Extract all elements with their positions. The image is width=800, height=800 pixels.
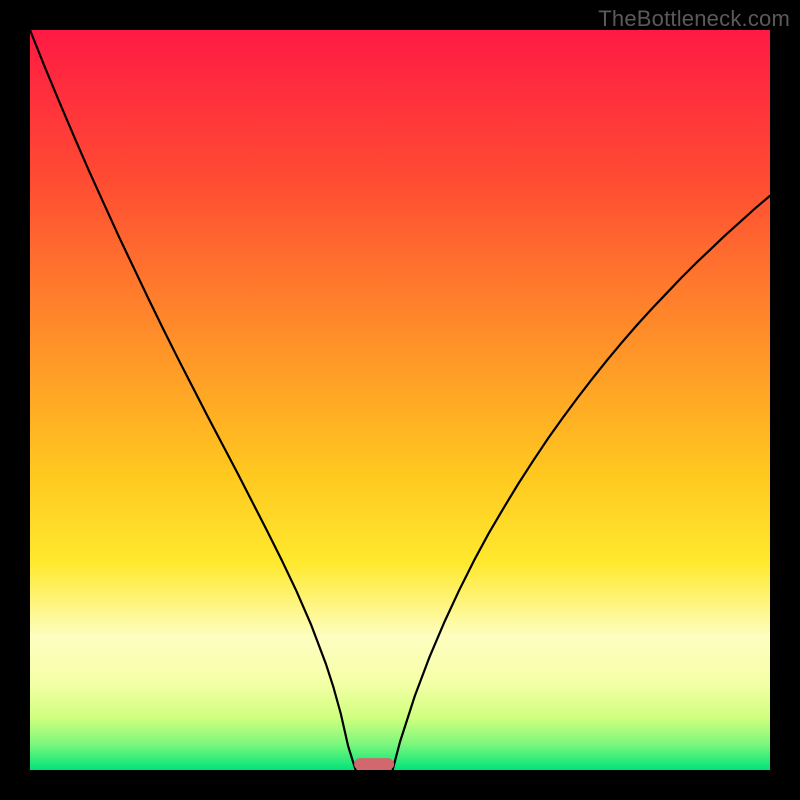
chart-frame: TheBottleneck.com bbox=[0, 0, 800, 800]
chart-svg bbox=[0, 0, 800, 800]
plot-background bbox=[30, 30, 770, 770]
minimum-marker bbox=[354, 758, 394, 770]
